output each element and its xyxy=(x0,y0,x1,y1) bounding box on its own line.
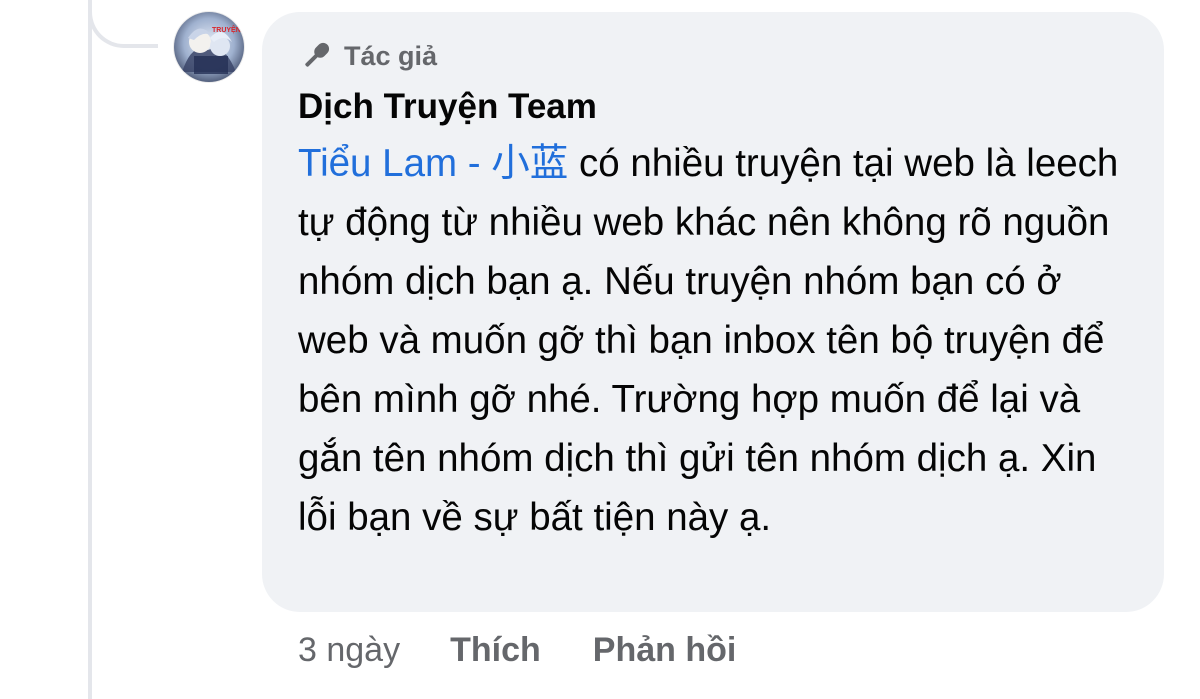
thread-connector-curve xyxy=(88,0,158,48)
avatar-image: TRUYỆN xyxy=(174,12,244,82)
comment-actions: 3 ngày Thích Phản hồi xyxy=(298,625,788,675)
comment-bubble: Tác giả Dịch Truyện Team Tiểu Lam - 小蓝 c… xyxy=(262,12,1164,612)
comment-author-name[interactable]: Dịch Truyện Team xyxy=(298,86,1128,128)
like-button[interactable]: Thích xyxy=(450,631,541,670)
author-badge: Tác giả xyxy=(298,38,1128,74)
comment-body: Tiểu Lam - 小蓝 có nhiều truyện tại web là… xyxy=(298,134,1138,547)
microphone-icon xyxy=(298,38,334,74)
avatar-logo-text: TRUYỆN xyxy=(212,25,241,34)
reply-button[interactable]: Phản hồi xyxy=(593,631,737,670)
comment-timestamp[interactable]: 3 ngày xyxy=(298,631,400,670)
avatar[interactable]: TRUYỆN xyxy=(174,12,244,82)
thread-connector-line xyxy=(88,0,92,699)
mention-link[interactable]: Tiểu Lam - 小蓝 xyxy=(298,142,568,185)
comment-text: có nhiều truyện tại web là leech tự động… xyxy=(298,142,1119,539)
comment-thread: TRUYỆN Tác giả Dịch Truyện Team Tiểu Lam… xyxy=(0,0,1200,699)
author-badge-label: Tác giả xyxy=(344,40,438,71)
